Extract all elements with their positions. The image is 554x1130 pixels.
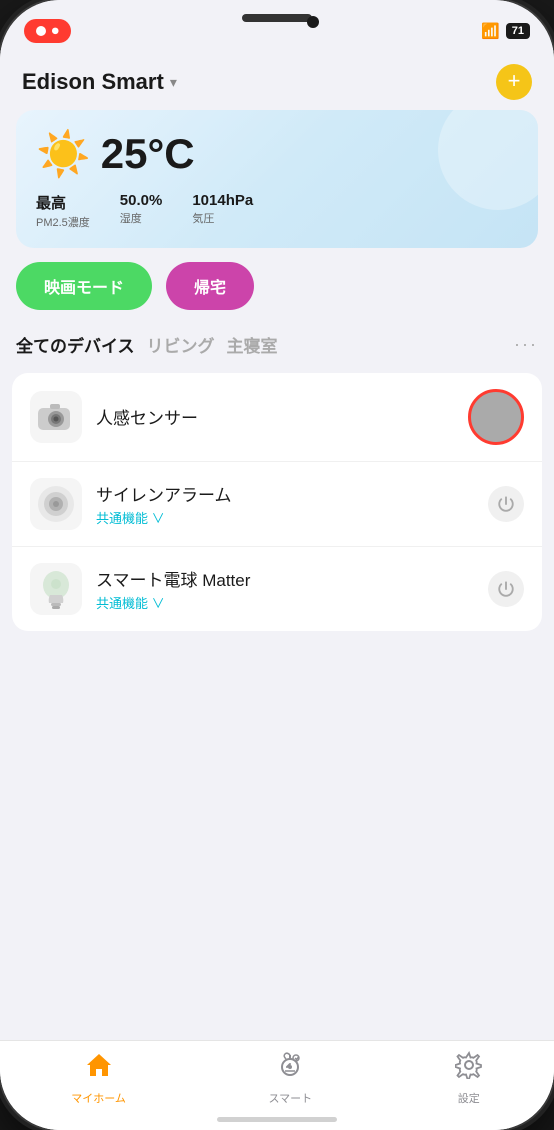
settings-icon	[455, 1051, 483, 1086]
speaker	[242, 14, 312, 22]
smart-icon	[276, 1051, 304, 1086]
pm25-value: 最高	[36, 192, 90, 213]
siren-info: サイレンアラーム 共通機能 ∨	[96, 481, 488, 527]
bulb-name: スマート電球 Matter	[96, 566, 488, 591]
app-content: Edison Smart ▾ + ☀️ 25°C 最高 PM2.5濃度	[0, 50, 554, 1130]
camera-device-icon	[34, 400, 78, 434]
settings-nav-label: 設定	[458, 1090, 480, 1106]
weather-card: ☀️ 25°C 最高 PM2.5濃度 50.0% 湿度 1014hPa 気圧	[16, 110, 538, 248]
device-icon-bulb	[30, 563, 82, 615]
rec-text: ⏺	[52, 23, 59, 39]
sun-icon: ☀️	[36, 128, 91, 180]
front-camera	[307, 16, 319, 28]
settings-nav-icon	[455, 1051, 483, 1079]
pm25-label: PM2.5濃度	[36, 214, 90, 230]
movie-mode-button[interactable]: 映画モード	[16, 262, 152, 310]
bulb-sub[interactable]: 共通機能 ∨	[96, 593, 488, 612]
pressure-value: 1014hPa	[192, 192, 253, 209]
recording-indicator: ⏺	[24, 19, 71, 43]
power-icon-bulb	[497, 580, 515, 598]
tab-all-devices[interactable]: 全てのデバイス	[16, 328, 147, 361]
rec-dot	[36, 26, 46, 36]
tab-bedroom[interactable]: 主寝室	[227, 328, 290, 361]
more-tabs-button[interactable]: ···	[514, 334, 538, 355]
pressure-detail: 1014hPa 気圧	[192, 192, 253, 230]
home-icon	[85, 1051, 113, 1086]
smart-nav-icon	[276, 1051, 304, 1079]
siren-name: サイレンアラーム	[96, 481, 488, 506]
device-icon-siren	[30, 478, 82, 530]
status-bar-right: 📶 71	[481, 22, 530, 40]
home-nav-label: マイホーム	[71, 1090, 126, 1106]
phone-frame: ⏺ 📶 71 Edison Smart ▾ +	[0, 0, 554, 1130]
tab-living[interactable]: リビング	[147, 328, 227, 361]
device-item-bulb[interactable]: スマート電球 Matter 共通機能 ∨	[12, 547, 542, 631]
motion-sensor-control[interactable]	[468, 389, 524, 445]
phone-screen: ⏺ 📶 71 Edison Smart ▾ +	[0, 0, 554, 1130]
device-list: 人感センサー	[12, 373, 542, 631]
device-icon-motion	[30, 391, 82, 443]
humidity-label: 湿度	[120, 210, 163, 226]
weather-main: ☀️ 25°C	[36, 128, 518, 180]
nav-item-settings[interactable]: 設定	[435, 1051, 503, 1106]
weather-details: 最高 PM2.5濃度 50.0% 湿度 1014hPa 気圧	[36, 192, 518, 230]
device-tabs: 全てのデバイス リビング 主寝室 ···	[0, 328, 554, 361]
siren-sub[interactable]: 共通機能 ∨	[96, 508, 488, 527]
battery-indicator: 71	[506, 23, 530, 39]
home-nav-icon	[85, 1051, 113, 1079]
motion-circle-button[interactable]	[468, 389, 524, 445]
bulb-device-svg	[38, 567, 74, 611]
scene-buttons: 映画モード 帰宅	[0, 262, 554, 310]
siren-control[interactable]	[488, 486, 524, 522]
add-button[interactable]: +	[496, 64, 532, 100]
bulb-info: スマート電球 Matter 共通機能 ∨	[96, 566, 488, 612]
motion-sensor-info: 人感センサー	[96, 404, 468, 431]
smart-nav-label: スマート	[268, 1090, 312, 1106]
plus-icon: +	[508, 70, 521, 92]
siren-device-svg	[36, 484, 76, 524]
temperature-display: 25°C	[101, 130, 195, 178]
bulb-control[interactable]	[488, 571, 524, 607]
device-item-siren[interactable]: サイレンアラーム 共通機能 ∨	[12, 462, 542, 547]
dropdown-arrow-icon[interactable]: ▾	[170, 74, 177, 91]
bulb-power-button[interactable]	[488, 571, 524, 607]
pressure-label: 気圧	[192, 210, 253, 226]
nav-item-smart[interactable]: スマート	[248, 1051, 332, 1106]
siren-power-button[interactable]	[488, 486, 524, 522]
app-title: Edison Smart	[22, 69, 164, 95]
status-bar: ⏺ 📶 71	[0, 0, 554, 50]
device-item-motion-sensor[interactable]: 人感センサー	[12, 373, 542, 462]
speaker-area	[242, 14, 312, 22]
header-title-area[interactable]: Edison Smart ▾	[22, 69, 177, 95]
power-icon	[497, 495, 515, 513]
go-home-button[interactable]: 帰宅	[166, 262, 254, 310]
humidity-detail: 50.0% 湿度	[120, 192, 163, 230]
home-indicator	[217, 1117, 337, 1122]
pm25-detail: 最高 PM2.5濃度	[36, 192, 90, 230]
motion-sensor-name: 人感センサー	[96, 404, 468, 429]
humidity-value: 50.0%	[120, 192, 163, 209]
app-header: Edison Smart ▾ +	[0, 50, 554, 110]
wifi-icon: 📶	[481, 22, 500, 40]
nav-item-home[interactable]: マイホーム	[51, 1051, 146, 1106]
